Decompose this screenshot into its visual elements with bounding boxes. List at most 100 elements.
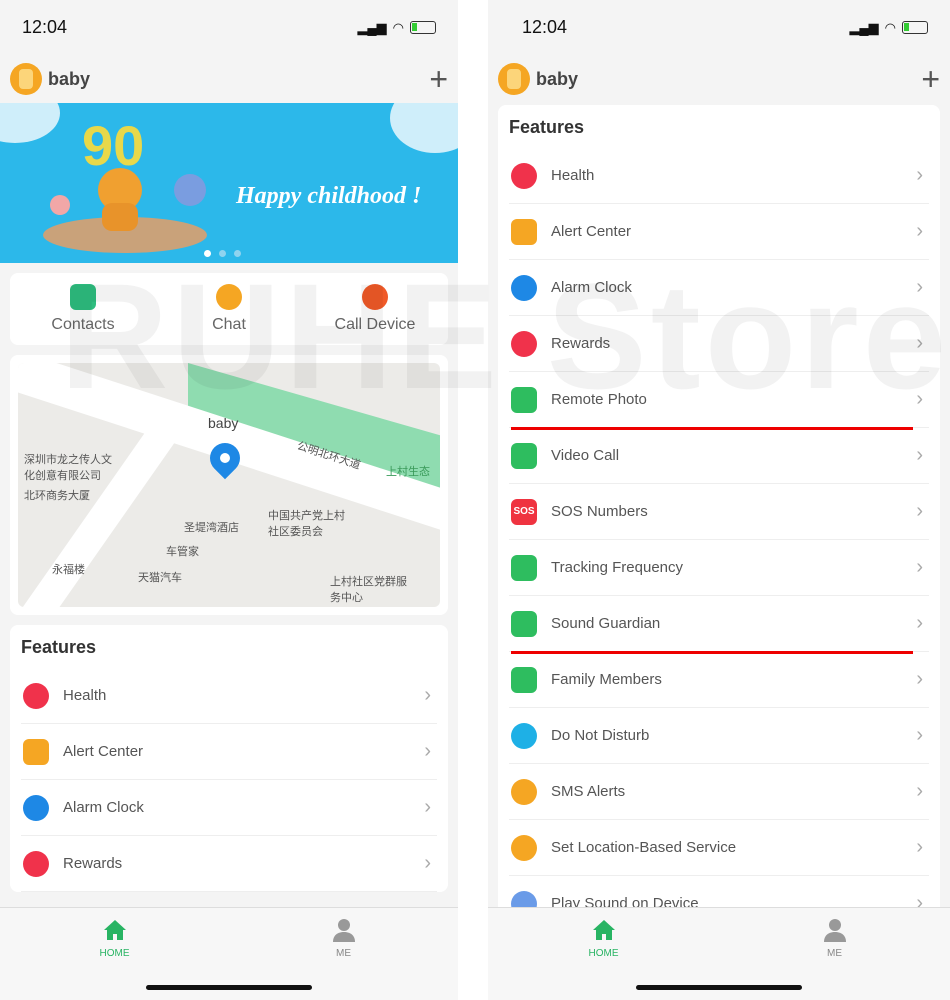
feature-row-do-not-disturb[interactable]: Do Not Disturb › <box>509 708 929 764</box>
bell-icon <box>511 778 537 805</box>
feature-row-set-location-based-service[interactable]: Set Location-Based Service › <box>509 820 929 876</box>
feature-row-tracking-frequency[interactable]: Tracking Frequency › <box>509 540 929 596</box>
hearts-icon <box>511 330 537 357</box>
chevron-right-icon: › <box>916 836 923 858</box>
chevron-right-icon: › <box>916 388 923 410</box>
chevron-right-icon: › <box>424 684 431 706</box>
feature-label: Set Location-Based Service <box>551 839 737 856</box>
banner-caption: Happy childhood ! <box>236 183 422 209</box>
quick-action-label: Call Device <box>334 316 416 333</box>
features-card: Features Health › Alert Center › Alarm Clock… <box>498 105 940 932</box>
heart-icon <box>511 162 537 189</box>
feature-label: Family Members <box>551 671 662 688</box>
promo-banner[interactable]: 90 Happy childhood ! <box>0 103 458 263</box>
watch-avatar-icon <box>498 63 530 95</box>
feature-row-rewards[interactable]: Rewards › <box>509 316 929 372</box>
tab-label: HOME <box>588 948 619 959</box>
feature-row-sms-alerts[interactable]: SMS Alerts › <box>509 764 929 820</box>
map-marker-label: baby <box>208 415 239 431</box>
person-icon <box>332 918 356 942</box>
tab-home[interactable]: HOME <box>75 918 155 1000</box>
add-device-button[interactable]: + <box>921 61 940 98</box>
map-place: 圣堤湾酒店 <box>184 522 239 534</box>
feature-row-sound-guardian[interactable]: Sound Guardian › <box>509 596 929 654</box>
hearts-icon <box>23 850 49 877</box>
quick-action-label: Chat <box>212 316 246 333</box>
chevron-right-icon: › <box>916 220 923 242</box>
heart-icon <box>23 682 49 709</box>
video-call-icon <box>511 442 537 469</box>
location-map[interactable]: baby 深圳市龙之传人文化创意有限公司 北环商务大厦 公明北环大道 上村生态 … <box>18 363 440 607</box>
feature-label: Video Call <box>551 447 620 464</box>
mute-icon <box>511 722 537 749</box>
status-time: 12:04 <box>22 17 68 37</box>
feature-label: Remote Photo <box>551 391 647 408</box>
home-indicator <box>636 985 802 990</box>
features-card: Features Health › Alert Center › Alarm Clock… <box>10 625 448 892</box>
feature-row-alarm-clock[interactable]: Alarm Clock › <box>509 260 929 316</box>
chevron-right-icon: › <box>916 164 923 186</box>
device-selector[interactable]: baby <box>10 63 90 95</box>
wifi-icon: ◠ <box>392 19 404 35</box>
tab-label: ME <box>336 948 351 959</box>
feature-row-alert-center[interactable]: Alert Center › <box>509 204 929 260</box>
wifi-icon: ◠ <box>884 19 896 35</box>
quick-action-call-device[interactable]: Call Device <box>310 284 440 334</box>
feature-label: Alert Center <box>63 743 144 760</box>
contacts-icon <box>70 284 96 310</box>
tab-home[interactable]: HOME <box>564 918 644 1000</box>
add-device-button[interactable]: + <box>429 61 448 98</box>
feature-row-rewards[interactable]: Rewards › <box>21 836 437 892</box>
chevron-right-icon: › <box>916 612 923 634</box>
feature-row-family-members[interactable]: Family Members › <box>509 652 929 708</box>
phone-call-icon <box>362 284 388 310</box>
sos-icon: SOS <box>511 498 537 525</box>
map-place: 北环商务大厦 <box>24 490 90 502</box>
feature-row-sos-numbers[interactable]: SOS SOS Numbers › <box>509 484 929 540</box>
home-indicator <box>146 985 312 990</box>
family-icon <box>511 666 537 693</box>
feature-row-video-call[interactable]: Video Call › <box>509 428 929 484</box>
feature-row-alarm-clock[interactable]: Alarm Clock › <box>21 780 437 836</box>
chevron-right-icon: › <box>916 500 923 522</box>
map-card: baby 深圳市龙之传人文化创意有限公司 北环商务大厦 公明北环大道 上村生态 … <box>10 355 448 615</box>
app-header: baby + <box>0 55 458 103</box>
tab-me[interactable]: ME <box>304 918 384 1000</box>
feature-label: Sound Guardian <box>551 615 661 632</box>
map-place: 中国共产党上村社区委员会 <box>268 510 345 538</box>
feature-label: SOS Numbers <box>551 503 648 520</box>
svg-text:90: 90 <box>82 115 144 177</box>
tab-me[interactable]: ME <box>795 918 875 1000</box>
feature-label: SMS Alerts <box>551 783 626 800</box>
message-icon <box>511 218 537 245</box>
chevron-right-icon: › <box>916 444 923 466</box>
device-name: baby <box>536 68 579 89</box>
feature-row-alert-center[interactable]: Alert Center › <box>21 724 437 780</box>
watch-avatar-icon <box>10 63 42 95</box>
battery-icon <box>902 21 928 34</box>
location-service-icon <box>511 834 537 861</box>
feature-row-health[interactable]: Health › <box>509 148 929 204</box>
battery-icon <box>410 21 436 34</box>
home-icon <box>103 918 127 942</box>
device-selector[interactable]: baby <box>498 63 578 95</box>
feature-label: Tracking Frequency <box>551 559 683 576</box>
features-title: Features <box>509 117 585 137</box>
feature-row-remote-photo[interactable]: Remote Photo › <box>509 372 929 430</box>
feature-row-health[interactable]: Health › <box>21 668 437 724</box>
alarm-clock-icon <box>511 274 537 301</box>
map-place: 车管家 <box>166 546 199 558</box>
feature-label: Rewards <box>551 335 611 352</box>
quick-action-chat[interactable]: Chat <box>164 284 294 334</box>
status-bar: 12:04 ▂▄▆ ◠ <box>0 0 458 55</box>
feature-label: Health <box>63 687 107 704</box>
device-name: baby <box>48 68 91 89</box>
map-place: 上村生态 <box>386 466 430 478</box>
quick-action-contacts[interactable]: Contacts <box>18 284 148 334</box>
alarm-clock-icon <box>23 794 49 821</box>
carousel-dots[interactable] <box>204 250 241 257</box>
left-phone-screen: 12:04 ▂▄▆ ◠ baby + 90 Happy childhood ! C… <box>0 0 458 1000</box>
app-header: baby + <box>488 55 950 103</box>
feature-label: Do Not Disturb <box>551 727 650 744</box>
chevron-right-icon: › <box>424 796 431 818</box>
